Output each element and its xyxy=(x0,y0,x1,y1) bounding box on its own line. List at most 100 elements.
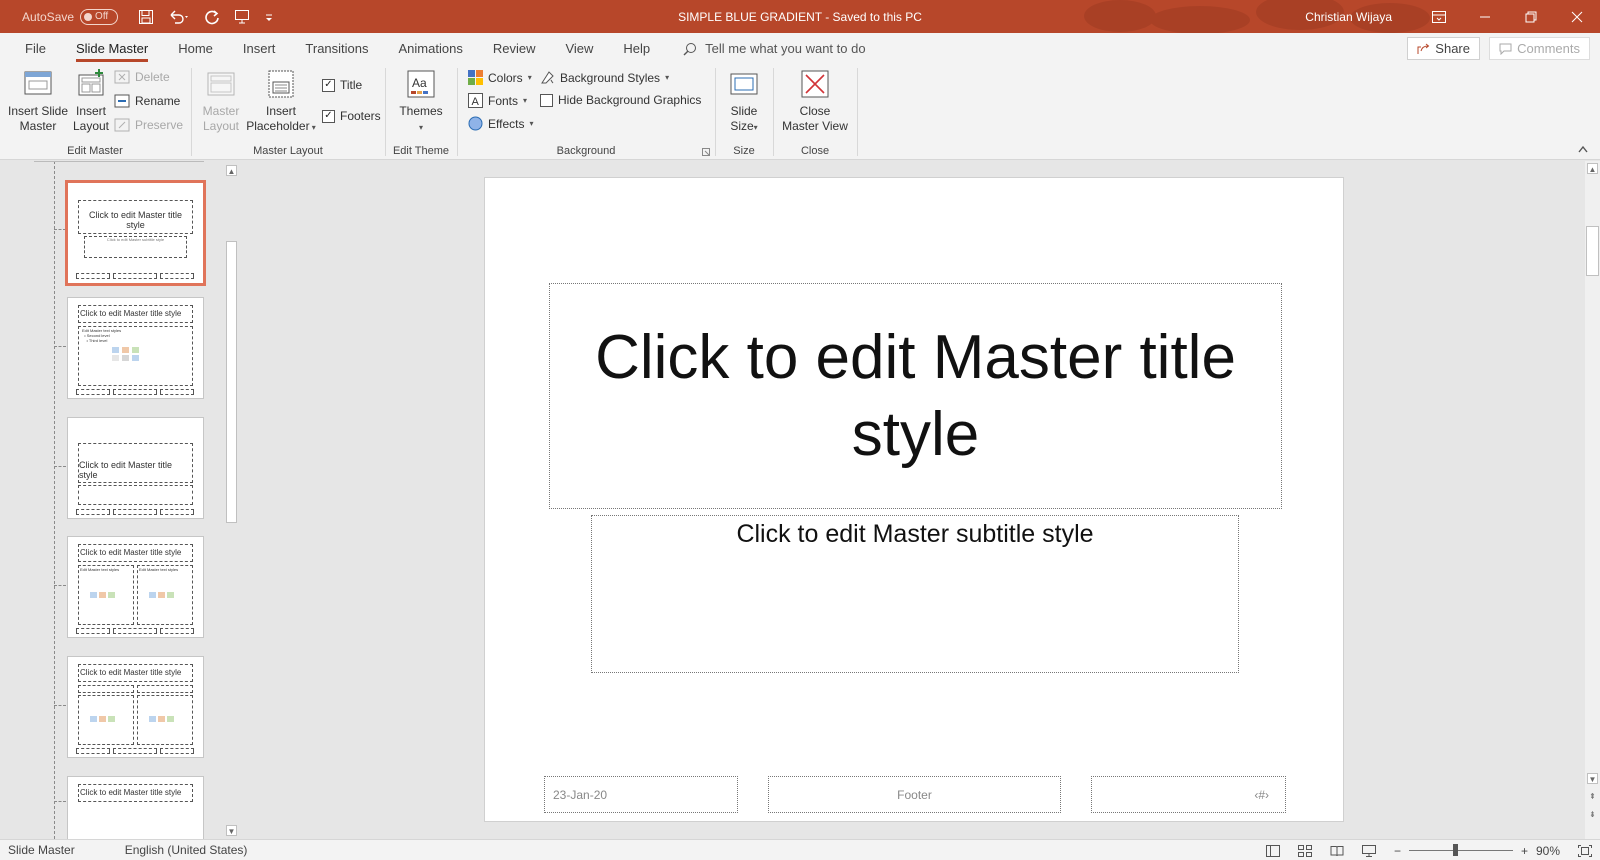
customize-toolbar-icon[interactable] xyxy=(264,9,274,25)
master-layout-button[interactable]: Master Layout xyxy=(198,68,244,134)
share-button[interactable]: Share xyxy=(1407,37,1480,60)
zoom-slider-knob[interactable] xyxy=(1452,844,1458,856)
slide-size-l1: Slide xyxy=(730,104,758,118)
slide-size-button[interactable]: Slide Size▾ xyxy=(722,68,766,135)
editor-scrollbar[interactable]: ▲ ▼ ⇞ ⇟ xyxy=(1585,161,1600,839)
ribbon-display-icon xyxy=(1432,10,1446,23)
tree-connector xyxy=(54,705,66,706)
restore-button[interactable] xyxy=(1508,0,1554,33)
slide-sorter-icon[interactable] xyxy=(1297,844,1312,857)
thumb-footer-box xyxy=(160,748,194,754)
insert-placeholder-button[interactable]: Insert Placeholder ▾ xyxy=(244,68,318,135)
zoom-level[interactable]: 90% xyxy=(1536,844,1560,858)
tab-help[interactable]: Help xyxy=(608,33,665,64)
fit-slide-icon[interactable] xyxy=(1578,844,1592,857)
thumbnail-layout-section-header[interactable]: Click to edit Master title style xyxy=(67,417,204,519)
group-label-background: Background xyxy=(556,145,616,157)
save-icon[interactable] xyxy=(138,9,154,25)
checkbox-checked-icon: ✓ xyxy=(322,109,335,123)
scroll-up-arrow-icon[interactable]: ▲ xyxy=(226,165,237,176)
quick-access-toolbar xyxy=(138,9,274,25)
present-icon[interactable] xyxy=(234,9,250,25)
effects-dropdown[interactable]: Effects ▾ xyxy=(468,116,533,131)
fonts-dropdown[interactable]: A Fonts ▾ xyxy=(468,93,527,108)
thumb-right-text: Edit Master text styles xyxy=(139,567,179,572)
tab-transitions[interactable]: Transitions xyxy=(290,33,383,64)
thumbnail-slide-master[interactable]: Click to edit Master title style Click to… xyxy=(65,180,206,286)
delete-button[interactable]: Delete xyxy=(114,70,170,84)
footer-placeholder[interactable]: Footer xyxy=(768,776,1061,813)
group-close: Close Master View Close xyxy=(774,64,856,160)
collapse-ribbon-icon[interactable] xyxy=(1578,145,1588,153)
content-placeholder-icons xyxy=(112,347,139,361)
insert-slide-master-button[interactable]: Insert Slide Master xyxy=(6,68,70,134)
thumb-content-text: Edit Master text styles • Second level •… xyxy=(82,328,122,343)
title-checkbox-label: Title xyxy=(340,78,363,92)
next-slide-icon[interactable]: ⇟ xyxy=(1587,809,1598,820)
scroll-down-arrow-icon[interactable]: ▼ xyxy=(226,825,237,836)
zoom-control[interactable]: − + 90% xyxy=(1394,844,1560,858)
subtitle-placeholder[interactable]: Click to edit Master subtitle style xyxy=(591,515,1239,673)
tree-connector xyxy=(54,346,66,347)
title-checkbox[interactable]: ✓ Title xyxy=(322,78,362,92)
insert-layout-button[interactable]: Insert Layout xyxy=(70,68,112,134)
zoom-out-icon[interactable]: − xyxy=(1394,844,1401,858)
master-layout-icon xyxy=(207,72,235,96)
themes-icon: Aa xyxy=(407,70,435,98)
scrollbar-thumb[interactable] xyxy=(226,241,237,523)
ribbon: Insert Slide Master Insert Layout Delete… xyxy=(0,64,1600,160)
reading-view-icon[interactable] xyxy=(1330,845,1344,857)
themes-button[interactable]: Aa Themes ▾ xyxy=(396,68,446,135)
comments-button[interactable]: Comments xyxy=(1489,37,1590,60)
date-placeholder[interactable]: 23-Jan-20 xyxy=(544,776,738,813)
tab-review[interactable]: Review xyxy=(478,33,551,64)
tab-view[interactable]: View xyxy=(550,33,608,64)
thumbnail-layout-two-content[interactable]: Click to edit Master title style Edit Ma… xyxy=(67,536,204,638)
ribbon-display-options-button[interactable] xyxy=(1416,0,1462,33)
scroll-up-arrow-icon[interactable]: ▲ xyxy=(1587,163,1598,174)
tab-home[interactable]: Home xyxy=(163,33,228,64)
footers-checkbox[interactable]: ✓ Footers xyxy=(322,109,381,123)
background-styles-label: Background Styles xyxy=(560,70,661,85)
title-line-2: style xyxy=(851,400,980,469)
autosave-label: AutoSave xyxy=(22,9,75,24)
normal-view-icon[interactable] xyxy=(1265,844,1280,857)
status-language[interactable]: English (United States) xyxy=(125,843,248,857)
autosave[interactable]: AutoSave Off xyxy=(22,8,119,25)
preserve-button[interactable]: Preserve xyxy=(114,118,183,132)
thumbnail-layout-comparison[interactable]: Click to edit Master title style xyxy=(67,656,204,758)
title-placeholder[interactable]: Click to edit Master title style xyxy=(549,283,1282,509)
rename-icon xyxy=(114,94,130,108)
status-view-name: Slide Master xyxy=(8,843,75,857)
close-master-view-l2: Master View xyxy=(782,119,848,133)
hide-background-graphics-checkbox[interactable]: Hide Background Graphics xyxy=(540,93,701,107)
previous-slide-icon[interactable]: ⇞ xyxy=(1587,791,1598,802)
slide-number-placeholder[interactable]: ‹#› xyxy=(1091,776,1286,813)
redo-icon[interactable] xyxy=(204,9,220,25)
background-styles-dropdown[interactable]: Background Styles ▾ xyxy=(540,70,669,85)
scrollbar-thumb[interactable] xyxy=(1586,226,1599,276)
close-window-button[interactable] xyxy=(1554,0,1600,33)
zoom-slider[interactable] xyxy=(1408,844,1513,856)
zoom-in-icon[interactable]: + xyxy=(1521,844,1528,858)
autosave-toggle[interactable]: Off xyxy=(80,8,119,25)
tab-slide-master[interactable]: Slide Master xyxy=(61,33,163,64)
tab-animations[interactable]: Animations xyxy=(384,33,478,64)
close-master-view-button[interactable]: Close Master View xyxy=(778,68,852,134)
undo-icon[interactable] xyxy=(168,9,190,25)
slideshow-icon[interactable] xyxy=(1361,844,1376,857)
dropdown-arrow-icon: ▾ xyxy=(753,123,758,132)
colors-dropdown[interactable]: Colors ▾ xyxy=(468,70,532,85)
thumbnail-layout-title-only[interactable]: Click to edit Master title style xyxy=(67,776,204,839)
scroll-down-arrow-icon[interactable]: ▼ xyxy=(1587,773,1598,784)
slide-master-canvas[interactable]: Click to edit Master title style Click to… xyxy=(484,177,1344,822)
user-name[interactable]: Christian Wijaya xyxy=(1305,10,1392,24)
tell-me-box[interactable]: Tell me what you want to do xyxy=(683,41,866,56)
tab-insert[interactable]: Insert xyxy=(228,33,291,64)
thumb-section-l1: Click to edit Master title xyxy=(79,460,173,470)
thumbnail-layout-title-content[interactable]: Click to edit Master title style Edit Ma… xyxy=(67,297,204,399)
minimize-button[interactable] xyxy=(1462,0,1508,33)
rename-button[interactable]: Rename xyxy=(114,94,180,108)
thumbnail-scrollbar[interactable]: ▲ ▼ xyxy=(224,163,239,839)
tab-file[interactable]: File xyxy=(10,33,61,64)
